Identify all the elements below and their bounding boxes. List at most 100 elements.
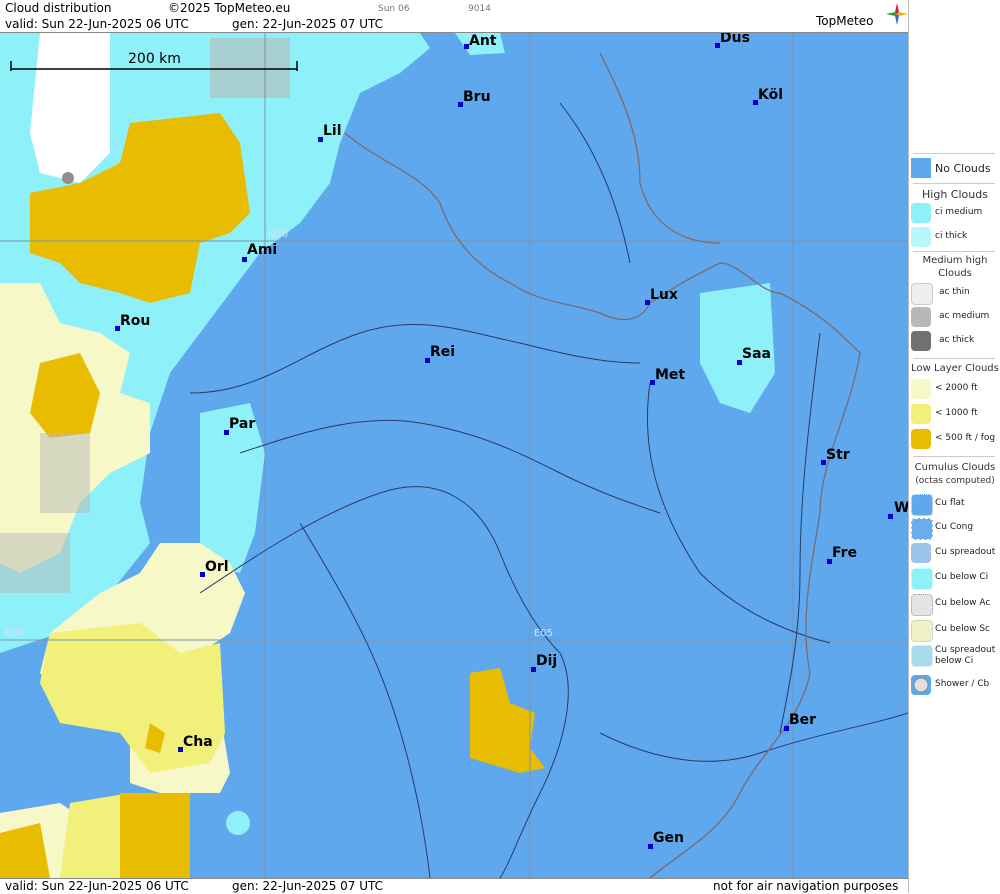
legend-label-cu-below-ac: Cu below Ac bbox=[935, 598, 991, 608]
legend-cu-spread-below-ci: Cu spreadout below Ci bbox=[911, 644, 999, 670]
map-header: Cloud distribution ©2025 TopMeteo.eu Sun… bbox=[0, 0, 908, 33]
swatch-cu-spread-below-ci bbox=[911, 645, 933, 667]
swatch-cu-flat bbox=[911, 494, 933, 516]
swatch-fog bbox=[911, 429, 931, 449]
header-small-b: 9014 bbox=[468, 4, 491, 14]
legend-low-title: Low Layer Clouds bbox=[911, 363, 999, 374]
legend-label-shower: Shower / Cb bbox=[935, 679, 990, 689]
city-marker-w bbox=[888, 514, 893, 519]
grid-label-n50: N50 bbox=[268, 229, 289, 240]
footer-disclaimer: not for air navigation purposes bbox=[713, 879, 899, 893]
legend-cu-below-ac: Cu below Ac bbox=[911, 593, 999, 616]
city-label-lil: Lil bbox=[323, 123, 342, 139]
city-label-dus: Düs bbox=[720, 33, 750, 46]
legend-medium-title-1: Medium high bbox=[922, 255, 988, 266]
legend-low-2000: < 2000 ft bbox=[911, 378, 999, 400]
generated-time: gen: 22-Jun-2025 07 UTC bbox=[232, 17, 384, 31]
city-label-saa: Saa bbox=[742, 346, 771, 362]
swatch-ac-medium bbox=[911, 307, 931, 327]
legend-label-cu-flat: Cu flat bbox=[935, 498, 965, 508]
grid-label-e05: E05 bbox=[534, 628, 554, 639]
legend-ac-thin: ac thin bbox=[911, 282, 999, 305]
swatch-no-clouds bbox=[911, 158, 931, 178]
city-label-gen: Gen bbox=[653, 830, 684, 846]
city-label-par: Par bbox=[229, 416, 256, 432]
legend-label-ci-medium: ci medium bbox=[935, 207, 983, 217]
legend-label-fog: < 500 ft / fog bbox=[935, 433, 996, 443]
legend-label-cu-below-ci: Cu below Ci bbox=[935, 572, 989, 582]
legend-divider bbox=[913, 251, 995, 252]
city-label-orl: Orl bbox=[205, 559, 229, 575]
swatch-cu-below-ci bbox=[911, 568, 933, 590]
legend-no-clouds: No Clouds bbox=[911, 157, 999, 179]
legend-label-ac-thin: ac thin bbox=[939, 287, 970, 297]
cloud-map[interactable]: 200 km N50 E00 E05 Ant Düs Bru Köl Lil A… bbox=[0, 33, 908, 878]
city-label-dij: Dij bbox=[536, 653, 558, 669]
legend-divider bbox=[913, 456, 995, 457]
legend-label-low-2000: < 2000 ft bbox=[935, 383, 978, 393]
city-label-w: W bbox=[894, 500, 908, 516]
swatch-shower bbox=[911, 675, 931, 695]
legend-cu-below-ci: Cu below Ci bbox=[911, 567, 999, 590]
legend-label-cu-below-sc: Cu below Sc bbox=[935, 624, 990, 634]
legend-label-cu-spread-ci-1: Cu spreadout bbox=[935, 645, 996, 655]
legend-high-title: High Clouds bbox=[922, 188, 988, 201]
grid-label-e00: E00 bbox=[5, 628, 25, 639]
city-label-ber: Ber bbox=[789, 712, 817, 728]
map-title: Cloud distribution bbox=[5, 1, 112, 15]
legend-cu-subtitle: (octas computed) bbox=[915, 476, 995, 486]
city-label-rei: Rei bbox=[430, 344, 456, 360]
city-label-bru: Bru bbox=[463, 89, 491, 105]
country-borders bbox=[344, 52, 861, 878]
city-label-str: Str bbox=[826, 447, 850, 463]
legend-ci-medium: ci medium bbox=[911, 202, 999, 224]
city-label-met: Met bbox=[655, 367, 686, 383]
valid-time: valid: Sun 22-Jun-2025 06 UTC bbox=[5, 17, 189, 31]
legend-label-low-1000: < 1000 ft bbox=[935, 408, 978, 418]
legend-label-ci-thick: ci thick bbox=[935, 231, 968, 241]
city-label-kol: Köl bbox=[758, 87, 784, 103]
legend-divider bbox=[913, 183, 995, 184]
legend-label-ac-thick: ac thick bbox=[939, 335, 975, 345]
compass-logo-icon bbox=[886, 3, 908, 25]
city-label-lux: Lux bbox=[650, 287, 678, 303]
header-small-a: Sun 06 bbox=[378, 4, 410, 14]
swatch-cu-cong bbox=[911, 518, 933, 540]
city-label-ami: Ami bbox=[247, 242, 278, 258]
city-label-cha: Cha bbox=[183, 734, 213, 750]
scale-label: 200 km bbox=[128, 51, 181, 67]
swatch-cu-spreadout bbox=[911, 543, 931, 563]
legend-cu-title: Cumulus Clouds bbox=[914, 462, 996, 473]
legend-low-1000: < 1000 ft bbox=[911, 403, 999, 425]
legend-ac-medium: ac medium bbox=[911, 306, 999, 328]
legend-label-ac-medium: ac medium bbox=[939, 311, 990, 321]
legend-cu-cong: Cu Cong bbox=[911, 517, 999, 540]
legend-label-cu-spread-ci-2: below Ci bbox=[935, 656, 974, 666]
legend-label-cu-cong: Cu Cong bbox=[935, 522, 974, 532]
swatch-ac-thin bbox=[911, 283, 933, 305]
city-label-ant: Ant bbox=[469, 33, 497, 49]
copyright: ©2025 TopMeteo.eu bbox=[168, 1, 291, 15]
map-footer: valid: Sun 22-Jun-2025 06 UTC gen: 22-Ju… bbox=[0, 878, 908, 894]
legend-medium-title-2: Clouds bbox=[938, 268, 972, 279]
legend-divider bbox=[913, 358, 995, 359]
legend-ac-thick: ac thick bbox=[911, 330, 999, 352]
footer-generated-time: gen: 22-Jun-2025 07 UTC bbox=[232, 879, 384, 893]
legend-divider bbox=[913, 153, 995, 154]
swatch-cu-below-sc bbox=[911, 620, 933, 642]
swatch-ci-medium bbox=[911, 203, 931, 223]
legend-label-no-clouds: No Clouds bbox=[935, 162, 991, 175]
legend-panel: No Clouds High Clouds ci medium ci thick… bbox=[908, 0, 1000, 893]
footer-valid-time: valid: Sun 22-Jun-2025 06 UTC bbox=[5, 879, 189, 893]
swatch-low-2000 bbox=[911, 379, 931, 399]
legend-label-cu-spreadout: Cu spreadout bbox=[935, 547, 996, 557]
shower-icon bbox=[913, 677, 929, 693]
city-label-fre: Fre bbox=[832, 545, 858, 561]
swatch-ci-thick bbox=[911, 227, 931, 247]
legend-fog: < 500 ft / fog bbox=[911, 428, 999, 450]
legend-cu-below-sc: Cu below Sc bbox=[911, 619, 999, 642]
map-canvas bbox=[0, 33, 908, 878]
swatch-cu-below-ac bbox=[911, 594, 933, 616]
legend-ci-thick: ci thick bbox=[911, 226, 999, 248]
swatch-low-1000 bbox=[911, 404, 931, 424]
